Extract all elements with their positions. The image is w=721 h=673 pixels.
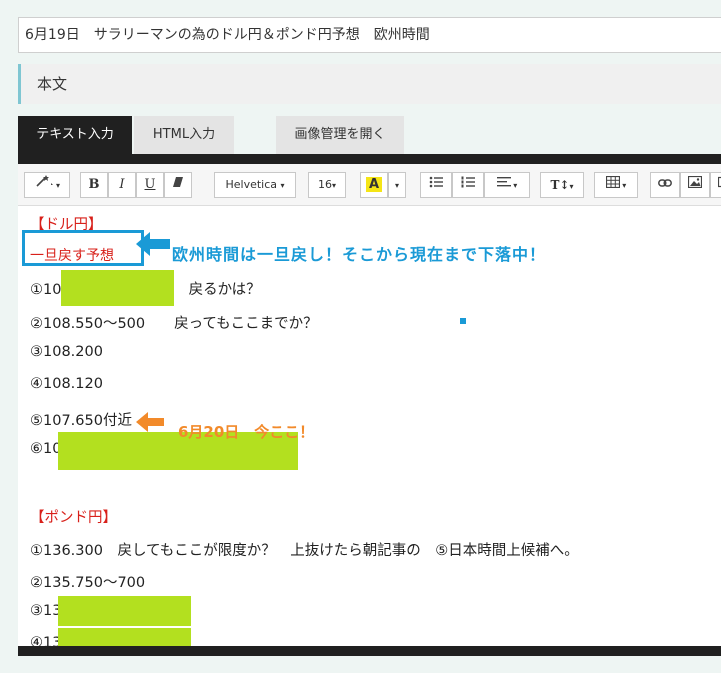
underline-button[interactable]: U — [136, 172, 164, 198]
usd-line-2: ②108.550～500 戻ってもここまでか？ — [30, 316, 318, 332]
editor-toolbar: ▾ B I U Helvetica ▾ 16▾ A ▾ ▾ T↕▾ ▾ — [18, 164, 721, 206]
gbp-line-1: ①136.300 戻してもここが限度か？ 上抜けたら朝記事の ⑤日本時間上候補へ… — [30, 543, 579, 559]
font-size-select[interactable]: 16▾ — [308, 172, 346, 198]
blue-arrow-icon — [136, 232, 170, 256]
usd-line-3: ③108.200 — [30, 344, 103, 360]
chevron-down-icon[interactable]: ▾ — [388, 172, 406, 198]
tab-html-input[interactable]: HTML入力 — [134, 116, 234, 154]
tab-text-input[interactable]: テキスト入力 — [18, 116, 132, 154]
redaction-mask — [58, 628, 191, 646]
redaction-mask — [61, 270, 174, 306]
link-icon[interactable] — [650, 172, 680, 198]
redaction-mask — [58, 596, 191, 626]
gbp-line-4: ④13 — [30, 635, 62, 646]
cursor-marker — [460, 318, 466, 324]
usd-forecast-label: 一旦戻す予想 — [30, 248, 114, 264]
usd-annotation: 欧州時間は一旦戻し！そこから現在まで下落中！ — [172, 245, 547, 264]
font-family-select[interactable]: Helvetica ▾ — [214, 172, 296, 198]
italic-button[interactable]: I — [108, 172, 136, 198]
usd-line-5: ⑤107.650付近 — [30, 413, 132, 429]
tab-image-manager[interactable]: 画像管理を開く — [276, 116, 404, 154]
image-icon[interactable] — [680, 172, 710, 198]
gbp-header: 【ポンド円】 — [30, 510, 117, 526]
bullet-list-icon[interactable] — [420, 172, 452, 198]
usd-line-6: ⑥10 — [30, 441, 62, 457]
numbered-list-icon[interactable] — [452, 172, 484, 198]
align-icon[interactable]: ▾ — [484, 172, 530, 198]
section-header-body: 本文 — [18, 64, 721, 104]
bold-button[interactable]: B — [80, 172, 108, 198]
usd-note: 6月20日 今ここ！ — [178, 423, 315, 441]
editor-content[interactable]: 【ドル円】 一旦戻す予想 ①10 戻るかは？ ②108.550～500 戻っても… — [18, 206, 721, 646]
post-title-input[interactable]: 6月19日 サラリーマンの為のドル円＆ポンド円予想 欧州時間 — [18, 17, 721, 53]
editor-bottom-bar — [18, 646, 721, 656]
table-icon[interactable]: ▾ — [594, 172, 638, 198]
text-color-button[interactable]: A — [360, 172, 388, 198]
video-icon[interactable] — [710, 172, 721, 198]
usd-line-4: ④108.120 — [30, 376, 103, 392]
orange-arrow-icon — [136, 412, 164, 432]
text-height-icon[interactable]: T↕▾ — [540, 172, 584, 198]
magic-wand-icon[interactable]: ▾ — [24, 172, 70, 198]
gbp-line-3: ③13 — [30, 603, 62, 619]
eraser-icon[interactable] — [164, 172, 192, 198]
gbp-line-2: ②135.750～700 — [30, 575, 146, 591]
